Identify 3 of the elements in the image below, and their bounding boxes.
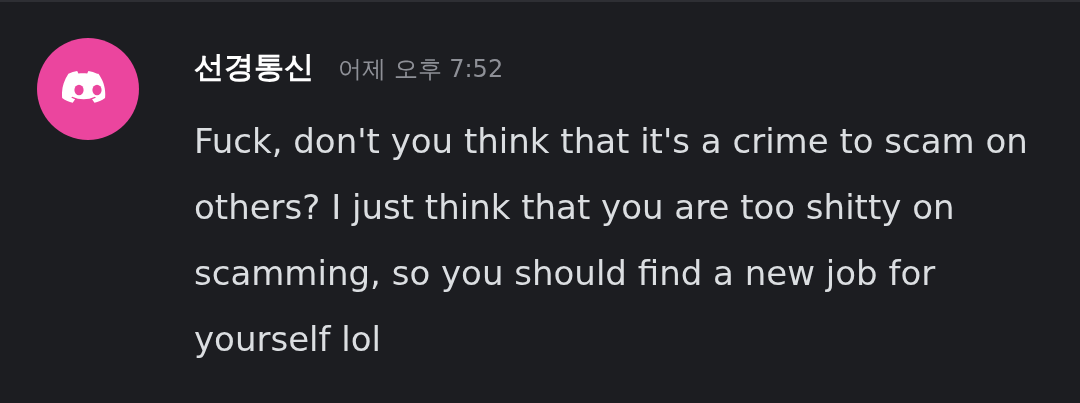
message-text: Fuck, don't you think that it's a crime to scam on others? I just think that you are too shitty on scamming, so you should find a new job for yourself lol (194, 120, 1029, 361)
author-name[interactable]: 선경통신 (194, 44, 314, 89)
message-timestamp: 어제 오후 7:52 (338, 54, 504, 85)
